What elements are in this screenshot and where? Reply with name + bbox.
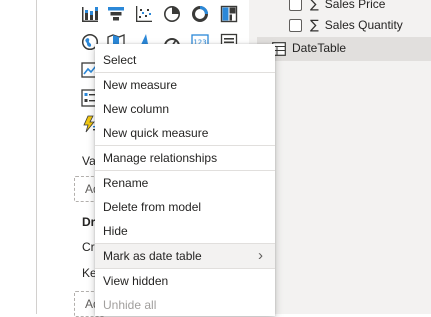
- field-sales-price[interactable]: ∑ Sales Price: [289, 0, 385, 13]
- menu-item-new-quick-measure[interactable]: New quick measure: [95, 121, 275, 145]
- menu-item-select[interactable]: Select: [95, 48, 275, 72]
- menu-item-new-column[interactable]: New column: [95, 97, 275, 121]
- field-label: Sales Quantity: [324, 18, 403, 32]
- field-label: Sales Price: [324, 0, 386, 11]
- menu-item-manage-relationships[interactable]: Manage relationships: [95, 146, 275, 170]
- context-menu: Select New measure New column New quick …: [95, 44, 275, 316]
- menu-item-view-hidden[interactable]: View hidden: [95, 269, 275, 293]
- pie-icon[interactable]: [163, 5, 181, 23]
- menu-item-new-measure[interactable]: New measure: [95, 73, 275, 97]
- menu-item-delete-from-model[interactable]: Delete from model: [95, 195, 275, 219]
- field-sales-quantity[interactable]: ∑ Sales Quantity: [289, 16, 403, 34]
- donut-icon[interactable]: [191, 5, 209, 23]
- sum-icon: ∑: [310, 17, 319, 33]
- sum-icon: ∑: [310, 0, 319, 12]
- field-checkbox[interactable]: [289, 18, 302, 32]
- values-label: Va: [82, 154, 96, 168]
- scatter-icon[interactable]: [135, 5, 153, 23]
- table-name: DateTable: [292, 41, 347, 55]
- menu-item-label: Mark as date table: [103, 249, 202, 263]
- chevron-right-icon: ›: [258, 247, 263, 264]
- menu-item-unhide-all: Unhide all: [103, 298, 157, 312]
- menu-item-rename[interactable]: Rename: [95, 171, 275, 195]
- drillthrough-label: Dr: [82, 215, 96, 229]
- stacked-column-icon[interactable]: [81, 5, 99, 23]
- menu-item-mark-as-date-table[interactable]: Mark as date table ›: [95, 244, 275, 268]
- treemap-icon[interactable]: [220, 5, 238, 23]
- field-checkbox[interactable]: [289, 0, 302, 11]
- menu-item-hide[interactable]: Hide: [95, 219, 275, 243]
- funnel-icon[interactable]: [107, 5, 125, 23]
- cross-report-label: Cr: [82, 240, 95, 254]
